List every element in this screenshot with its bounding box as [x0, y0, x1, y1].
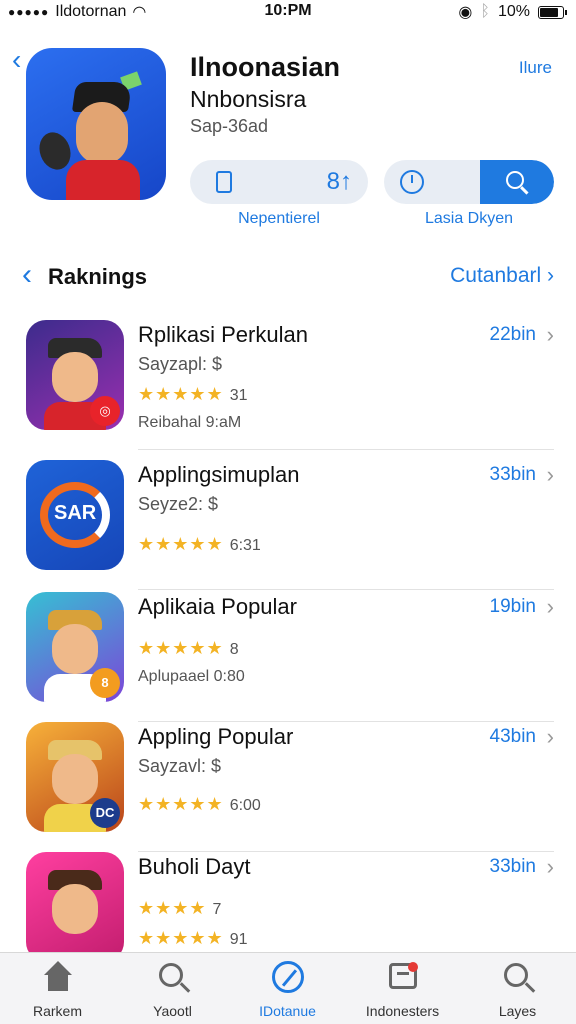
list-item[interactable]: DC Appling Popular Sayzavl: $ ★★★★★ 6:00 …	[0, 722, 576, 852]
divider	[138, 589, 554, 590]
status-right: ◉ ᛒ 10%	[458, 2, 567, 22]
app-subtitle: Nnbonsisra	[190, 86, 307, 112]
chevron-right-icon: ›	[546, 322, 554, 347]
tab-label: IDotanue	[259, 1003, 316, 1019]
list-item[interactable]: ◎ Rplikasi Perkulan Sayzapl: $ ★★★★★ 31 R…	[0, 320, 576, 450]
star-rating: ★★★★ 7	[138, 898, 222, 918]
back-chevron-icon[interactable]: ‹	[12, 46, 21, 74]
tab-discover[interactable]: IDotanue	[230, 953, 345, 1024]
left-action-label[interactable]: Nepentierel	[190, 210, 368, 228]
device-icon	[216, 171, 232, 193]
clock-icon	[400, 170, 424, 194]
list-item[interactable]: SAR Applingsimuplan Seyze2: $ ★★★★★ 6:31 …	[0, 460, 576, 590]
rating-count-secondary: 91	[229, 931, 248, 948]
app-size: 33bin	[489, 856, 537, 877]
icon-text: SAR	[54, 502, 97, 524]
app-name: Appling Popular	[138, 724, 294, 749]
star-rating: ★★★★★ 8	[138, 638, 239, 658]
rating-count: 31	[229, 387, 248, 404]
status-bar: ●●●●● Ildotornan ◠ 10:PM ◉ ᛒ 10%	[0, 0, 576, 24]
app-subline: Sayzapl: $	[138, 354, 223, 374]
app-icon: SAR	[26, 460, 124, 570]
star-rating: ★★★★★ 6:00	[138, 794, 261, 814]
chevron-right-icon: ›	[546, 594, 554, 619]
location-icon: ◉	[458, 4, 473, 21]
tab-layes[interactable]: Layes	[460, 953, 575, 1024]
face-shape	[76, 102, 128, 164]
rating-count: 8	[229, 641, 239, 658]
rating-count: 6:00	[229, 797, 261, 814]
divider	[138, 449, 554, 450]
tab-label: Rarkem	[32, 1003, 82, 1019]
search-icon	[157, 961, 189, 993]
face-shape	[52, 754, 98, 804]
app-icon: 8	[26, 592, 124, 702]
app-icon: DC	[26, 722, 124, 832]
stat-pill[interactable]: 8↑	[190, 160, 368, 204]
more-link[interactable]: Ilure	[519, 58, 552, 78]
badge-icon: 8	[90, 668, 120, 698]
rating-count: 6:31	[229, 537, 261, 554]
app-icon: ◎	[26, 320, 124, 430]
search-icon	[506, 171, 524, 189]
tab-label: Layes	[498, 1003, 537, 1019]
home-icon	[42, 961, 74, 993]
battery-percent: 10%	[497, 3, 530, 20]
star-rating: ★★★★★ 31	[138, 384, 248, 404]
app-name: Buholi Dayt	[138, 854, 251, 879]
app-title: Ilnoonasian	[190, 52, 341, 82]
star-rating: ★★★★★ 6:31	[138, 534, 261, 554]
app-subline: Seyze2: $	[138, 494, 219, 514]
app-name: Aplikaia Popular	[138, 594, 297, 619]
badge-icon: DC	[90, 798, 120, 828]
section-more-label: Cutanbarl	[450, 264, 542, 287]
app-icon	[26, 852, 124, 962]
tab-search[interactable]: Yaootl	[115, 953, 230, 1024]
app-extra: Aplupaael 0:80	[138, 668, 245, 685]
stat-value: 8↑	[326, 168, 352, 195]
section-more-link[interactable]: Cutanbarl ›	[450, 264, 554, 288]
section-chevron-left-icon[interactable]: ‹	[22, 260, 32, 290]
app-meta: Sap-36ad	[190, 116, 269, 136]
compass-icon	[272, 961, 304, 993]
search-pill[interactable]	[384, 160, 554, 204]
app-name: Rplikasi Perkulan	[138, 322, 308, 347]
tab-label: Indonesters	[365, 1003, 440, 1019]
app-name: Applingsimuplan	[138, 462, 300, 487]
list-item[interactable]: 8 Aplikaia Popular ★★★★★ 8 Aplupaael 0:80…	[0, 592, 576, 722]
tab-updates[interactable]: Indonesters	[345, 953, 460, 1024]
search-button[interactable]	[480, 160, 554, 204]
body-shape	[66, 160, 140, 200]
tab-bar: Rarkem Yaootl IDotanue Indonesters Layes	[0, 952, 576, 1024]
chevron-right-icon: ›	[546, 854, 554, 879]
app-size: 33bin	[489, 464, 537, 485]
tab-home[interactable]: Rarkem	[0, 953, 115, 1024]
chevron-right-icon: ›	[546, 724, 554, 749]
app-extra: Reibahal 9:aM	[138, 414, 242, 431]
face-shape	[52, 624, 98, 674]
chevron-right-icon: ›	[546, 462, 554, 487]
rating-count: 7	[212, 901, 222, 918]
section-title: Raknings	[48, 264, 148, 289]
app-subline: Sayzavl: $	[138, 756, 222, 776]
tab-label: Yaootl	[153, 1003, 192, 1019]
face-shape	[52, 884, 98, 934]
right-action-label[interactable]: Lasia Dkyen	[384, 210, 554, 228]
app-size: 43bin	[489, 726, 537, 747]
star-rating-secondary: ★★★★★ 91	[138, 928, 248, 948]
app-icon-large	[26, 48, 166, 200]
app-size: 19bin	[489, 596, 537, 617]
bluetooth-icon: ᛒ	[480, 3, 490, 20]
updates-icon	[387, 961, 419, 993]
search-icon	[502, 961, 534, 993]
battery-icon	[538, 5, 567, 19]
app-size: 22bin	[489, 324, 537, 345]
face-shape	[52, 352, 98, 402]
badge-icon: ◎	[90, 396, 120, 426]
